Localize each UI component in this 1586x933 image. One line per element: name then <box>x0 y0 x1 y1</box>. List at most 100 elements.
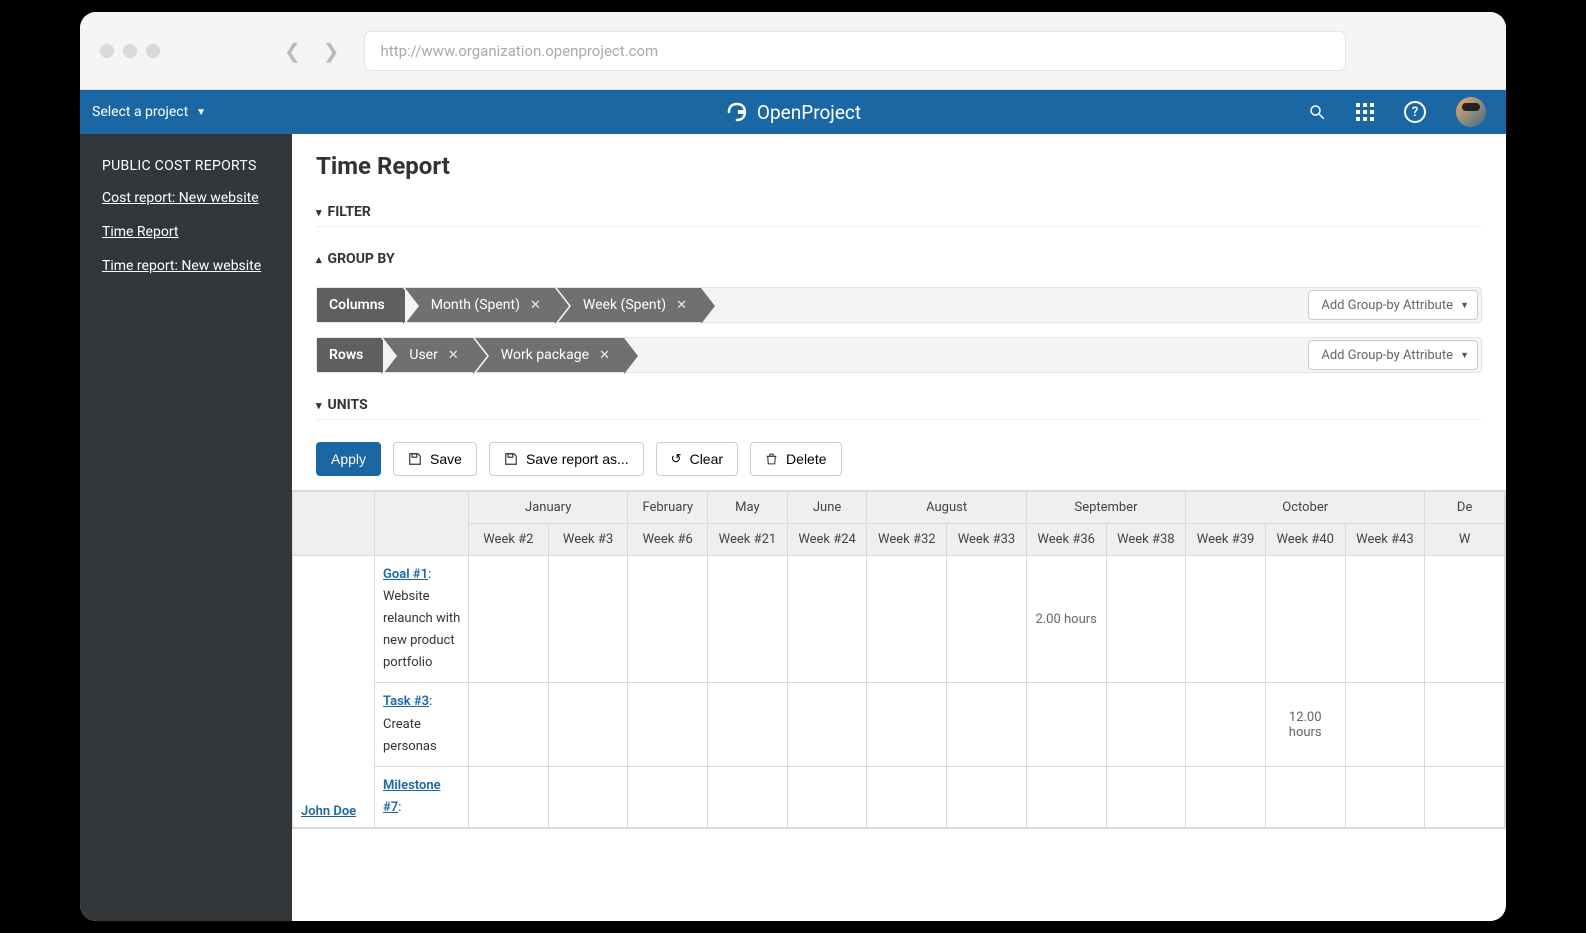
week-header: Week #40 <box>1265 524 1345 556</box>
work-package-cell: Task #3: Create personas <box>375 683 469 766</box>
value-cell <box>708 766 788 827</box>
sidebar-item-time-report-new-website[interactable]: Time report: New website <box>102 258 270 274</box>
value-cell <box>1186 683 1266 766</box>
value-cell <box>787 683 867 766</box>
back-button[interactable]: ❮ <box>278 35 307 67</box>
month-header: October <box>1186 492 1425 524</box>
week-header: Week #36 <box>1026 524 1106 556</box>
week-header: Week #38 <box>1106 524 1186 556</box>
groupby-section-toggle[interactable]: ▴ GROUP BY <box>316 245 1482 273</box>
value-cell <box>1265 556 1345 683</box>
value-cell: 2.00 hours <box>1026 556 1106 683</box>
save-icon <box>504 452 518 466</box>
value-cell <box>787 766 867 827</box>
month-header: September <box>1026 492 1185 524</box>
header-wp-col <box>375 492 469 556</box>
month-header: February <box>628 492 708 524</box>
value-cell <box>1345 683 1425 766</box>
month-header: De <box>1425 492 1505 524</box>
value-cell <box>1425 683 1505 766</box>
value-cell <box>1106 556 1186 683</box>
close-icon[interactable]: ✕ <box>530 298 541 313</box>
chevron-down-icon: ▼ <box>196 107 206 118</box>
url-text: http://www.organization.openproject.com <box>381 42 659 60</box>
value-cell <box>1345 766 1425 827</box>
url-bar[interactable]: http://www.organization.openproject.com <box>364 31 1346 71</box>
save-as-button[interactable]: Save report as... <box>489 442 644 476</box>
window-close-icon[interactable] <box>100 44 114 58</box>
chip-label: User <box>409 347 437 363</box>
close-icon[interactable]: ✕ <box>448 348 459 363</box>
week-header: Week #6 <box>628 524 708 556</box>
window-minimize-icon[interactable] <box>123 44 137 58</box>
week-header: Week #33 <box>947 524 1027 556</box>
actions-row: Apply Save Save report as... ↺ Clear <box>316 442 1482 476</box>
month-header: June <box>787 492 867 524</box>
window-maximize-icon[interactable] <box>146 44 160 58</box>
groupby-section-label: GROUP BY <box>328 251 395 267</box>
brand-logo-icon <box>725 100 749 124</box>
value-cell <box>1106 766 1186 827</box>
add-attr-label: Add Group-by Attribute <box>1321 348 1453 363</box>
work-package-link[interactable]: Goal #1 <box>383 567 428 582</box>
save-icon <box>408 452 422 466</box>
add-column-attribute-select[interactable]: Add Group-by Attribute <box>1308 290 1478 320</box>
table-row: Task #3: Create personas 12.00 hours <box>293 683 1505 766</box>
save-button[interactable]: Save <box>393 442 477 476</box>
close-icon[interactable]: ✕ <box>676 298 687 313</box>
units-section-label: UNITS <box>328 397 368 413</box>
row-chip-user[interactable]: User ✕ <box>383 338 472 372</box>
column-chip-week-spent[interactable]: Week (Spent) ✕ <box>557 288 701 322</box>
user-link[interactable]: John Doe <box>301 804 356 819</box>
value-cell <box>867 556 947 683</box>
week-header: Week #24 <box>787 524 867 556</box>
add-row-attribute-select[interactable]: Add Group-by Attribute <box>1308 340 1478 370</box>
column-chip-month-spent[interactable]: Month (Spent) ✕ <box>405 288 555 322</box>
week-header: Week #21 <box>708 524 788 556</box>
table-row: Milestone #7: <box>293 766 1505 827</box>
table-row: John DoeGoal #1: Website relaunch with n… <box>293 556 1505 683</box>
search-icon[interactable] <box>1308 103 1326 121</box>
user-avatar[interactable] <box>1456 97 1486 127</box>
apply-button[interactable]: Apply <box>316 442 381 476</box>
work-package-link[interactable]: Milestone #7 <box>383 778 441 815</box>
rows-label: Rows <box>317 338 381 372</box>
time-value: 12.00 hours <box>1289 710 1322 740</box>
week-header: Week #43 <box>1345 524 1425 556</box>
value-cell: 12.00 hours <box>1265 683 1345 766</box>
help-icon[interactable]: ? <box>1404 101 1426 123</box>
project-selector[interactable]: Select a project ▼ <box>92 104 206 120</box>
project-selector-label: Select a project <box>92 104 188 120</box>
delete-button[interactable]: Delete <box>750 442 841 476</box>
units-section-toggle[interactable]: ▾ UNITS <box>316 391 1482 420</box>
sidebar-item-time-report[interactable]: Time Report <box>102 224 270 240</box>
app-header: Select a project ▼ OpenProject ? <box>80 90 1506 134</box>
value-cell <box>469 556 549 683</box>
month-header: May <box>708 492 788 524</box>
trash-icon <box>765 452 778 466</box>
clear-button[interactable]: ↺ Clear <box>656 442 738 476</box>
value-cell <box>947 556 1027 683</box>
work-package-cell: Goal #1: Website relaunch with new produ… <box>375 556 469 683</box>
work-package-link[interactable]: Task #3 <box>383 694 429 709</box>
browser-chrome: ❮ ❯ http://www.organization.openproject.… <box>80 12 1506 90</box>
week-header: Week #39 <box>1186 524 1266 556</box>
filter-section-toggle[interactable]: ▾ FILTER <box>316 198 1482 227</box>
apps-grid-icon[interactable] <box>1356 103 1374 121</box>
undo-icon: ↺ <box>671 451 682 467</box>
value-cell <box>867 683 947 766</box>
chip-label: Week (Spent) <box>583 297 666 313</box>
week-header: Week #3 <box>548 524 628 556</box>
sidebar-item-cost-report-new-website[interactable]: Cost report: New website <box>102 190 270 206</box>
value-cell <box>787 556 867 683</box>
week-header: W <box>1425 524 1505 556</box>
work-package-cell: Milestone #7: <box>375 766 469 827</box>
chevron-down-icon: ▾ <box>316 206 322 219</box>
user-cell: John Doe <box>293 556 375 828</box>
add-attr-label: Add Group-by Attribute <box>1321 298 1453 313</box>
close-icon[interactable]: ✕ <box>599 348 610 363</box>
month-header: August <box>867 492 1026 524</box>
forward-button[interactable]: ❯ <box>317 35 346 67</box>
value-cell <box>469 683 549 766</box>
row-chip-work-package[interactable]: Work package ✕ <box>475 338 624 372</box>
